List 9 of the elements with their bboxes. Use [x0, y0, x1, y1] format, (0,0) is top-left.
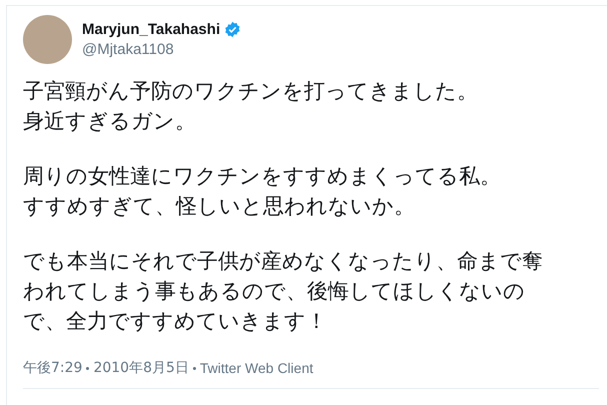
author-name[interactable]: Maryjun_Takahashi — [82, 20, 220, 40]
author-handle[interactable]: @Mjtaka1108 — [82, 40, 242, 60]
tweet-time[interactable]: 午後7:29 — [23, 358, 82, 379]
tweet-paragraph: 周りの女性達にワクチンをすすめまくってる私。 すすめすぎて、怪しいと思われないか。 — [23, 163, 502, 220]
tweet-source[interactable]: Twitter Web Client — [200, 358, 314, 379]
tweet-date[interactable]: 2010年8月5日 — [93, 358, 189, 379]
avatar[interactable] — [23, 15, 72, 64]
tweet-paragraph: でも本当にそれで子供が産めなくなったり、命まで奪 われてしまう事もあるので、後悔してほしくないの で、全力ですすめていきます！ — [23, 248, 544, 335]
tweet-paragraph: 子宮頸がん予防のワクチンを打ってきました。 身近すぎるガン。 — [23, 78, 479, 135]
